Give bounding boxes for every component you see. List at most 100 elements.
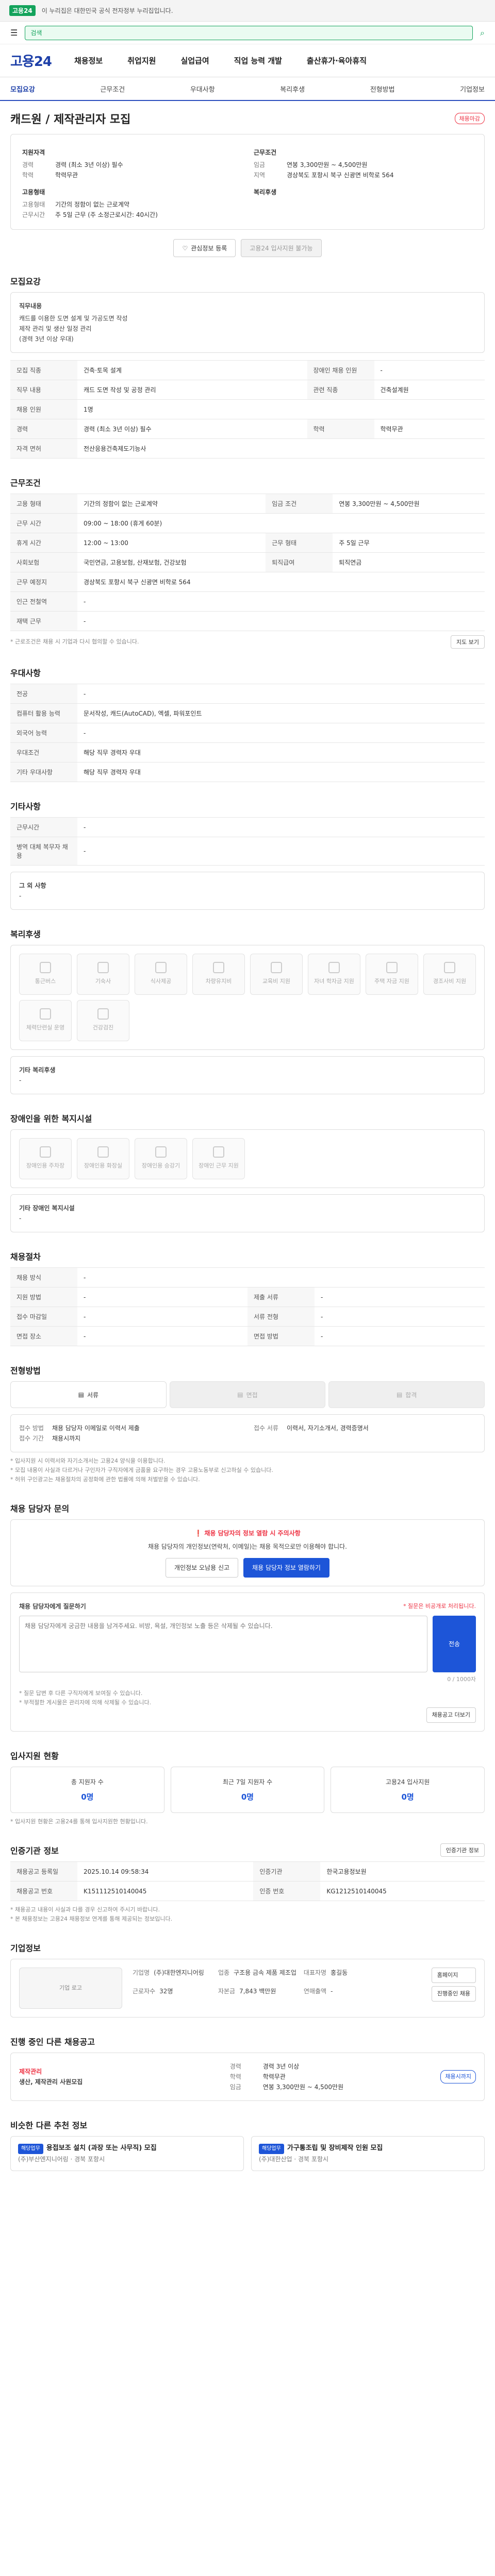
table-value: 1명 xyxy=(77,399,485,419)
more-jobs-button[interactable]: 채용공고 더보기 xyxy=(426,1707,476,1723)
view-contact-button[interactable]: 채용 담당자 정보 열람하기 xyxy=(243,1558,329,1578)
company-field: 기업명 (주)대한엔지니어링 xyxy=(133,1968,211,1983)
welfare-item: 통근버스 xyxy=(19,954,72,995)
disability-item-label: 장애인용 승강기 xyxy=(141,1162,180,1169)
table-value: KG1212510140045 xyxy=(320,1881,485,1901)
welfare-item: 식사제공 xyxy=(135,954,187,995)
condition-section-title: 근무조건 xyxy=(10,478,41,488)
search-icon[interactable]: ⌕ xyxy=(480,28,485,38)
screening-step: ▤ 면접 xyxy=(169,1381,326,1408)
nav-item[interactable]: 채용정보 xyxy=(74,55,103,66)
table-key: 채용공고 번호 xyxy=(10,1881,77,1901)
similar-job-card[interactable]: 해당업무 가구통조립 및 장비제작 인원 모집 (주)대한산업 · 경북 포항시 xyxy=(251,2136,485,2171)
table-value: 한국고용정보원 xyxy=(320,1861,485,1882)
company-jobs-button[interactable]: 진행중인 채용 xyxy=(431,1986,476,2002)
screening-step-label: 서류 xyxy=(87,1391,99,1399)
nav-item[interactable]: 직업 능력 개발 xyxy=(234,55,282,66)
welfare-item-icon xyxy=(40,1008,51,1020)
nav-item[interactable]: 실업급여 xyxy=(180,55,209,66)
map-button[interactable]: 지도 보기 xyxy=(451,635,485,649)
disability-item: 장애인 근무 지원 xyxy=(192,1138,245,1179)
disability-item: 장애인용 승강기 xyxy=(135,1138,187,1179)
welfare-item-icon xyxy=(97,1008,109,1020)
apply-button[interactable]: 고용24 입사지원 불가능 xyxy=(241,239,322,257)
kv-key: 경력 xyxy=(22,161,34,168)
tab-item[interactable]: 근무조건 xyxy=(100,84,125,94)
disability-item-label: 장애인용 화장실 xyxy=(84,1162,123,1169)
table-value: - xyxy=(77,837,485,866)
table-key: 근무시간 xyxy=(10,817,77,837)
question-submit-button[interactable]: 전송 xyxy=(433,1616,476,1672)
disability-item: 장애인용 화장실 xyxy=(77,1138,129,1179)
heart-icon: ♡ xyxy=(182,244,188,252)
source-info-button[interactable]: 인증기관 정보 xyxy=(440,1843,485,1857)
company-field-value: 홍길동 xyxy=(331,1969,348,1976)
job-summary-card: 지원자격 경력 경력 (최소 3년 이상) 필수 학력 학력무관 고용형태 고용형태 기… xyxy=(10,134,485,230)
welfare-item-icon xyxy=(155,962,167,973)
kv-value: 학력무관 xyxy=(55,172,78,179)
nav-item[interactable]: 출산휴가·육아휴직 xyxy=(307,55,367,66)
homepage-button[interactable]: 홈페이지 xyxy=(431,1968,476,1983)
table-key: 학력 xyxy=(307,419,374,439)
table-key: 고용 형태 xyxy=(10,494,77,514)
company-field-value: 7,843 백만원 xyxy=(239,1988,276,1995)
gov-notice: 이 누리집은 대한민국 공식 전자정부 누리집입니다. xyxy=(41,7,173,14)
table-key: 채용공고 등록일 xyxy=(10,1861,77,1882)
job-description-box: 직무내용 캐드를 이용한 도면 설계 및 가공도면 작성 제작 관리 및 생산 일… xyxy=(10,292,485,353)
kv-value: 주 5일 근무 (주 소정근로시간: 40시간) xyxy=(55,211,158,218)
source-note: * 본 채용정보는 고용24 채용정보 연계를 통해 제공되는 정보입니다. xyxy=(10,1916,173,1922)
tab-item[interactable]: 전형방법 xyxy=(370,84,395,94)
company-field: 대표자명 홍길동 xyxy=(304,1968,382,1983)
kv-key: 지역 xyxy=(254,172,266,179)
job-title: 캐드원 / 제작관리자 모집 xyxy=(10,113,131,126)
search-input[interactable]: 검색 xyxy=(25,25,473,40)
table-key: 근무 시간 xyxy=(10,513,77,533)
table-row: 접수 마감일 - 서류 전형 - xyxy=(10,1307,485,1327)
table-value: 국민연금, 고용보험, 산재보험, 건강보험 xyxy=(77,552,266,572)
table-row: 사회보험 국민연금, 고용보험, 산재보험, 건강보험 퇴직급여 퇴직연금 xyxy=(10,552,485,572)
table-key: 재택 근무 xyxy=(10,611,77,631)
table-key: 병역 대체 복무자 채용 xyxy=(10,837,77,866)
gov-banner: 고용24 이 누리집은 대한민국 공식 전자정부 누리집입니다. xyxy=(0,0,495,22)
table-value: 기간의 정함이 없는 근로계약 xyxy=(77,494,266,514)
site-logo[interactable]: 고용24 xyxy=(10,51,52,70)
table-row: 근무 시간 09:00 ~ 18:00 (휴게 60분) xyxy=(10,513,485,533)
save-interest-button[interactable]: ♡ 관심정보 등록 xyxy=(173,239,236,257)
question-textarea[interactable] xyxy=(19,1616,428,1672)
table-key: 기타 우대사항 xyxy=(10,762,77,782)
table-row: 기타 우대사항 해당 직무 경력자 우대 xyxy=(10,762,485,782)
welfare-item-icon xyxy=(444,962,455,973)
tab-item[interactable]: 복리후생 xyxy=(280,84,305,94)
screening-section-title: 전형방법 xyxy=(10,1366,41,1376)
table-row: 면접 장소 - 면접 방법 - xyxy=(10,1326,485,1346)
welfare-item: 건강검진 xyxy=(77,1000,129,1041)
prefer-section-title: 우대사항 xyxy=(10,668,41,678)
report-misuse-button[interactable]: 개인정보 오남용 신고 xyxy=(166,1558,239,1578)
company-field: 자본금 7,843 백만원 xyxy=(218,1986,296,2002)
tab-item[interactable]: 우대사항 xyxy=(190,84,215,94)
table-key: 임금 조건 xyxy=(266,494,333,514)
welfare-item: 차량유지비 xyxy=(192,954,245,995)
contact-warning-text: 채용 담당자의 정보 열람 시 주의사항 xyxy=(204,1530,301,1537)
table-key: 모집 직종 xyxy=(10,360,77,380)
kv-row: 접수 기간 채용시까지 xyxy=(19,1433,241,1444)
ongoing-job-sub: 생산, 제작관리 사원모집 xyxy=(19,2078,83,2086)
welfare-item-icon xyxy=(40,962,51,973)
question-counter: 0 / 1000자 xyxy=(447,1676,476,1683)
kv-value: 이력서, 자기소개서, 경력증명서 xyxy=(287,1425,369,1432)
table-value: - xyxy=(77,611,485,631)
nav-item[interactable]: 취업지원 xyxy=(127,55,156,66)
similar-job-title: 가구통조립 및 장비제작 인원 모집 xyxy=(287,2144,383,2152)
menu-icon[interactable]: ☰ xyxy=(10,28,18,38)
condition-note: * 근로조건은 채용 시 기업과 다시 협의할 수 있습니다. xyxy=(10,638,139,645)
screening-step: ▤ 합격 xyxy=(328,1381,485,1408)
document-icon: ▤ xyxy=(396,1391,403,1398)
table-row: 병역 대체 복무자 채용 - xyxy=(10,837,485,866)
screening-steps: ▤ 서류 ▤ 면접 ▤ 합격 xyxy=(10,1381,485,1408)
welfare-item-label: 경조사비 지원 xyxy=(433,978,467,985)
similar-job-card[interactable]: 해당업무 용접보조 설치 (과장 또는 사무직) 모집 (주)부산엔지니어링 · 경… xyxy=(10,2136,244,2171)
ongoing-job-card[interactable]: 제작관리 생산, 제작관리 사원모집 경력 경력 3년 이상 학력 학력무관 임금 연봉 … xyxy=(10,2053,485,2101)
tab-item[interactable]: 기업정보 xyxy=(460,84,485,94)
tab-item[interactable]: 모집요강 xyxy=(10,84,35,94)
other-section-title: 기타사항 xyxy=(10,802,41,811)
